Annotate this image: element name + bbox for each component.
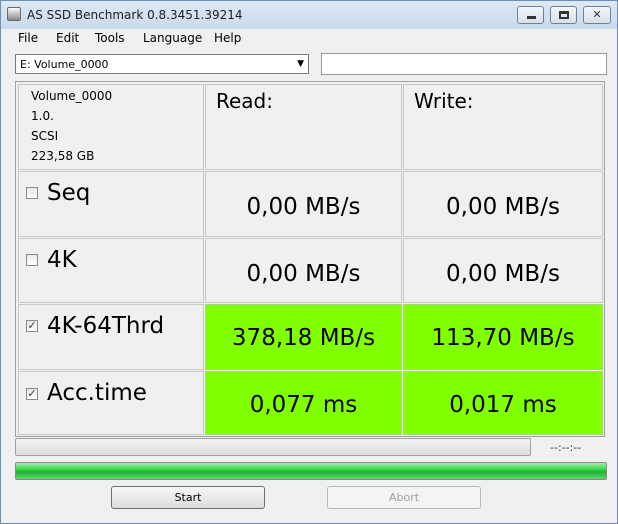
drive-firmware: 1.0.: [31, 109, 54, 123]
menu-tools[interactable]: Tools: [95, 31, 125, 45]
close-button[interactable]: ✕: [583, 6, 611, 24]
4k-64thrd-write-value: 113,70 MB/s: [431, 325, 575, 351]
seq-write-value: 0,00 MB/s: [446, 194, 560, 220]
4k-64thrd-checkbox[interactable]: ✓: [26, 320, 38, 332]
menu-language[interactable]: Language: [143, 31, 202, 45]
4k-64thrd-label: 4K-64Thrd: [47, 313, 165, 339]
close-icon: ✕: [592, 8, 602, 21]
acc-time-check-mark: ✓: [27, 387, 37, 400]
acc-time-read-cell: 0,077 ms: [205, 371, 402, 435]
write-header: Write:: [414, 89, 474, 113]
4k-read-cell: 0,00 MB/s: [205, 238, 402, 303]
minimize-button[interactable]: [517, 6, 544, 24]
window-title: AS SSD Benchmark 0.8.3451.39214: [27, 8, 243, 22]
title-bar[interactable]: AS SSD Benchmark 0.8.3451.39214 ✕: [1, 1, 617, 29]
maximize-icon: [559, 11, 569, 19]
drive-select-value: E: Volume_0000: [20, 58, 109, 71]
maximize-button[interactable]: [550, 6, 577, 24]
acc-time-label: Acc.time: [47, 380, 147, 406]
test-row-seq: Seq: [18, 171, 204, 237]
chevron-down-icon[interactable]: ▼: [297, 59, 304, 69]
4k-write-cell: 0,00 MB/s: [403, 238, 603, 303]
minimize-icon: [527, 16, 536, 19]
4k-64thrd-read-cell: 378,18 MB/s: [205, 304, 402, 370]
test-row-acc-time: ✓ Acc.time: [18, 371, 204, 435]
acc-time-read-value: 0,077 ms: [249, 392, 358, 418]
overall-progress-fill: [16, 463, 606, 479]
status-field[interactable]: [321, 53, 607, 75]
test-row-4k-64thrd: ✓ 4K-64Thrd: [18, 304, 204, 370]
4k-64thrd-write-cell: 113,70 MB/s: [403, 304, 603, 370]
acc-time-checkbox[interactable]: ✓: [26, 388, 38, 400]
4k-read-value: 0,00 MB/s: [246, 261, 361, 287]
test-row-4k: 4K: [18, 238, 204, 303]
menu-bar: File Edit Tools Language Help: [1, 29, 617, 49]
acc-time-write-cell: 0,017 ms: [403, 371, 603, 435]
results-grid: Volume_0000 1.0. SCSI 223,58 GB Read: Wr…: [15, 81, 605, 437]
read-header-cell: Read:: [205, 84, 402, 170]
test-progress-bar: [15, 438, 531, 456]
app-icon: [7, 7, 21, 21]
abort-button[interactable]: Abort: [327, 486, 481, 509]
menu-edit[interactable]: Edit: [56, 31, 79, 45]
main-window: AS SSD Benchmark 0.8.3451.39214 ✕ File E…: [0, 0, 618, 524]
drive-select[interactable]: E: Volume_0000 ▼: [15, 54, 309, 74]
drive-info-panel: Volume_0000 1.0. SCSI 223,58 GB: [18, 84, 204, 170]
seq-read-cell: 0,00 MB/s: [205, 171, 402, 237]
elapsed-time: --:--:--: [550, 441, 582, 454]
seq-read-value: 0,00 MB/s: [246, 194, 361, 220]
4k-checkbox[interactable]: [26, 254, 38, 266]
drive-size: 223,58 GB: [31, 149, 95, 163]
4k-64thrd-read-value: 378,18 MB/s: [231, 325, 376, 351]
start-button[interactable]: Start: [111, 486, 265, 509]
overall-progress-bar: [15, 462, 607, 480]
4k-64thrd-check-mark: ✓: [27, 319, 37, 332]
acc-time-write-value: 0,017 ms: [449, 392, 557, 418]
4k-label: 4K: [47, 247, 77, 273]
menu-help[interactable]: Help: [214, 31, 241, 45]
menu-file[interactable]: File: [18, 31, 38, 45]
write-header-cell: Write:: [403, 84, 603, 170]
read-header: Read:: [216, 89, 273, 113]
seq-label: Seq: [47, 180, 91, 206]
drive-name: Volume_0000: [31, 89, 113, 103]
seq-checkbox[interactable]: [26, 187, 38, 199]
drive-interface: SCSI: [31, 129, 59, 143]
4k-write-value: 0,00 MB/s: [446, 261, 560, 287]
seq-write-cell: 0,00 MB/s: [403, 171, 603, 237]
